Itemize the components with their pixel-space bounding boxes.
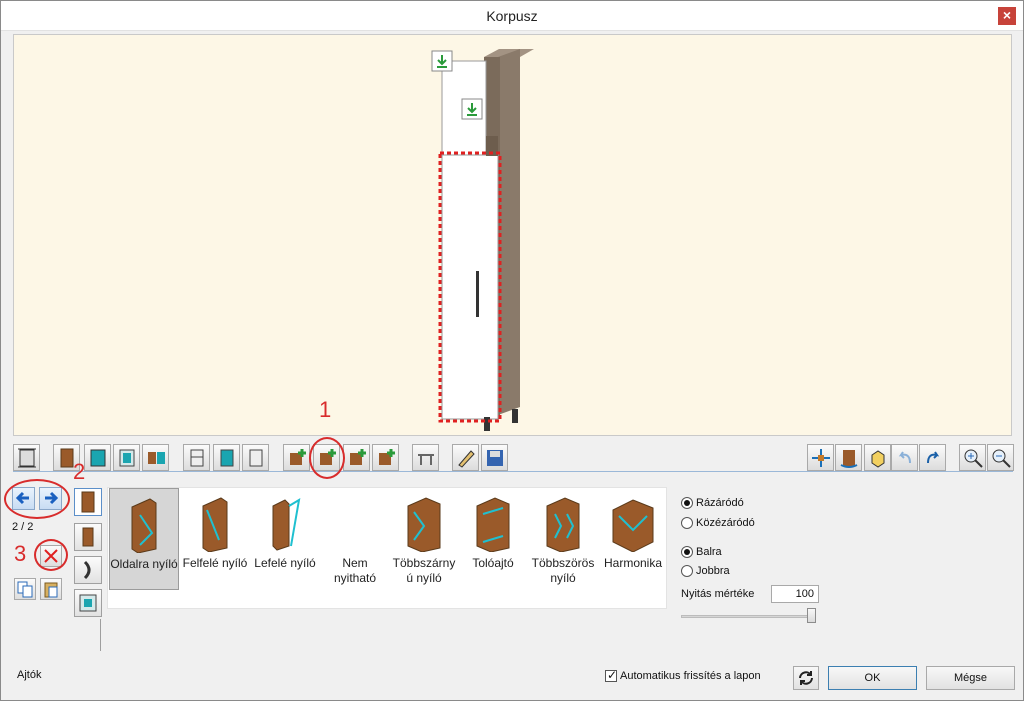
annotation-1: 1 [319,397,332,422]
door-type-item[interactable]: Nem nyitható [320,488,390,590]
radio-razarodo[interactable]: Rázáródó [681,497,744,513]
legs-icon[interactable] [412,444,439,471]
main-toolbar [13,437,1014,479]
page-counter: 2 / 2 [12,521,34,533]
toolbar-separator [13,471,1013,472]
download-icon [431,50,453,72]
lower-door [441,154,499,420]
door-type-label: Oldalra nyíló [110,557,178,571]
door-type-list: Oldalra nyíló Felfelé nyíló Lefelé nyíló… [107,487,667,609]
folding-door-icon [612,499,654,552]
radio-indicator[interactable] [681,517,693,530]
annotation-3: 3 [14,541,27,566]
annotation-ring-3 [34,539,68,571]
tab-doors[interactable] [74,488,102,516]
radio-indicator[interactable] [681,497,693,510]
multiple-opening-door-icon [546,497,580,552]
panel-divider [100,619,101,651]
side-opening-door-icon [131,498,157,553]
door-type-label: Felfelé nyíló [182,556,248,570]
cabinet-3d-viewport[interactable]: 1 [13,34,1012,436]
door-type-label: Többszörös nyíló [531,556,595,585]
status-label: Ajtók [17,669,42,681]
radio-kozezarodo[interactable]: Közézáródó [681,517,755,533]
door-type-label: Nem nyitható [333,556,377,585]
cabinet-preview [431,49,534,431]
radio-indicator[interactable] [681,546,693,559]
cabinet-leg [484,417,490,431]
opening-input[interactable]: 100 [771,585,819,603]
shelf-icon[interactable] [183,444,210,471]
copy-button[interactable] [14,578,36,600]
dimensions-icon[interactable] [13,444,40,471]
downward-opening-door-icon [272,498,301,551]
cabinet-frame-icon[interactable] [113,444,140,471]
split-icon[interactable] [142,444,169,471]
radio-balra[interactable]: Balra [681,546,722,562]
rotate-cabinet-icon[interactable] [835,444,862,471]
tab-glass[interactable] [74,589,102,617]
zoom-in-icon[interactable] [959,444,986,471]
door-handle [476,271,479,317]
korpusz-dialog: Korpusz × 1 2 2 / 2 3 Oldalra nyíló Felf… [0,0,1024,701]
annotation-ring-1 [309,437,345,479]
radio-indicator[interactable] [681,565,693,578]
edit-icon[interactable] [452,444,479,471]
title-bar: Korpusz × [1,1,1023,31]
door-type-item[interactable]: Lefelé nyíló [250,488,320,590]
paste-button[interactable] [40,578,62,600]
door-type-label: Lefelé nyíló [254,556,316,570]
tab-panels[interactable] [74,523,102,551]
door-type-item[interactable]: Többszörös nyíló [528,488,598,590]
opening-slider-track[interactable] [681,615,813,618]
annotation-2: 2 [73,459,86,484]
door-type-item[interactable]: Felfelé nyíló [180,488,250,590]
box-icon[interactable] [242,444,269,471]
annotation-ring-2 [4,479,70,519]
zoom-out-icon[interactable] [987,444,1014,471]
door-type-label: Tolóajtó [472,556,514,570]
multi-leaf-door-icon [407,497,441,552]
corner-icon[interactable] [213,444,240,471]
door-type-label: Többszárny ú nyíló [392,556,456,585]
opening-label: Nyitás mértéke [681,588,755,600]
cancel-button[interactable]: Mégse [926,666,1015,690]
door-type-item[interactable]: Tolóajtó [458,488,528,590]
add-panel-icon[interactable] [372,444,399,471]
add-drawer-icon[interactable] [343,444,370,471]
door-type-label: Harmonika [603,556,663,570]
upward-opening-door-icon [202,497,228,552]
auto-refresh-checkbox[interactable]: Automatikus frissítés a lapon [605,668,761,683]
redo-icon[interactable] [919,444,946,471]
tab-handles[interactable] [74,556,102,584]
undo-icon[interactable] [891,444,918,471]
sliding-door-icon [476,497,510,552]
door-type-item[interactable]: Oldalra nyíló [109,488,179,590]
opening-slider-thumb[interactable] [807,608,816,623]
save-icon[interactable] [481,444,508,471]
refresh-button[interactable] [793,666,819,690]
ok-button[interactable]: OK [828,666,917,690]
add-shelf-icon[interactable] [283,444,310,471]
cube-icon[interactable] [864,444,891,471]
move-icon[interactable] [807,444,834,471]
radio-jobbra[interactable]: Jobbra [681,565,730,581]
door-type-item[interactable]: Többszárny ú nyíló [389,488,459,590]
download-icon [461,98,483,120]
checkbox-indicator[interactable] [605,668,617,683]
door-type-item[interactable]: Harmonika [598,488,668,590]
window-title: Korpusz [486,8,538,24]
close-button[interactable]: × [998,7,1016,25]
cabinet-leg [512,409,518,423]
cabinet-teal-icon[interactable] [84,444,111,471]
